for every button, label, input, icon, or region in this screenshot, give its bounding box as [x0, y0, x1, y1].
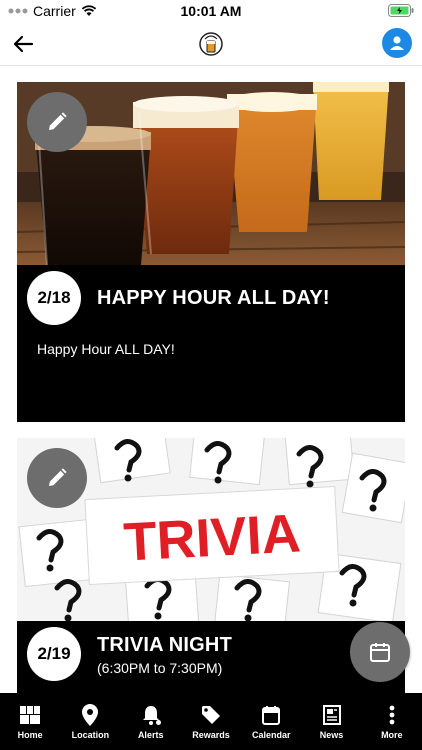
tab-bar: Home Location Alerts Rewards Calendar Ne…: [0, 693, 422, 750]
newspaper-icon: [321, 704, 343, 726]
user-icon: [390, 36, 404, 50]
tab-label: Rewards: [192, 730, 230, 740]
tab-alerts[interactable]: Alerts: [121, 693, 181, 750]
event-title: TRIVIA NIGHT: [97, 634, 232, 656]
status-time: 10:01 AM: [180, 3, 242, 19]
tab-more[interactable]: More: [362, 693, 422, 750]
calendar-fab-button[interactable]: [350, 622, 410, 682]
tab-label: News: [319, 730, 344, 740]
date-badge: 2/19: [27, 627, 81, 681]
tab-label: More: [381, 730, 403, 740]
event-card[interactable]: TRIVIA 2/19 TRIVIA NIGHT (6:30PM to 7:30…: [17, 438, 405, 693]
tab-label: Alerts: [137, 730, 164, 740]
event-card[interactable]: 2/18 HAPPY HOUR ALL DAY! Happy Hour ALL …: [17, 82, 405, 422]
grid-icon: [19, 704, 41, 726]
trivia-banner-text: TRIVIA: [122, 503, 302, 572]
status-bar: Carrier 10:01 AM: [0, 0, 422, 22]
bell-icon: [140, 704, 162, 726]
event-time: (6:30PM to 7:30PM): [97, 660, 223, 676]
edit-button[interactable]: [27, 448, 87, 508]
calendar-icon: [370, 643, 390, 662]
tab-home[interactable]: Home: [0, 693, 60, 750]
tab-label: Home: [17, 730, 43, 740]
edit-button[interactable]: [27, 92, 87, 152]
tab-calendar[interactable]: Calendar: [241, 693, 301, 750]
tab-label: Calendar: [252, 730, 291, 740]
navigation-bar: [0, 22, 422, 66]
event-description: Happy Hour ALL DAY!: [37, 341, 175, 357]
brewery-logo-icon: [198, 30, 224, 58]
tab-location[interactable]: Location: [60, 693, 120, 750]
calendar-icon: [260, 704, 282, 726]
pin-icon: [79, 704, 101, 726]
profile-button[interactable]: [382, 28, 412, 58]
event-title: HAPPY HOUR ALL DAY!: [97, 287, 330, 309]
date-badge: 2/18: [27, 271, 81, 325]
pencil-icon: [49, 112, 67, 130]
events-feed: 2/18 HAPPY HOUR ALL DAY! Happy Hour ALL …: [0, 67, 422, 693]
tab-news[interactable]: News: [301, 693, 361, 750]
more-icon: [381, 704, 403, 726]
tab-label: Location: [71, 730, 110, 740]
alert-indicator: [155, 720, 161, 725]
back-button[interactable]: [10, 30, 38, 58]
event-image-trivia: TRIVIA: [17, 438, 405, 621]
tag-icon: [200, 704, 222, 726]
pencil-icon: [49, 468, 67, 486]
event-image-beer: [17, 82, 405, 265]
battery-icon: [388, 4, 414, 17]
tab-rewards[interactable]: Rewards: [181, 693, 241, 750]
back-arrow-icon: [13, 35, 34, 53]
